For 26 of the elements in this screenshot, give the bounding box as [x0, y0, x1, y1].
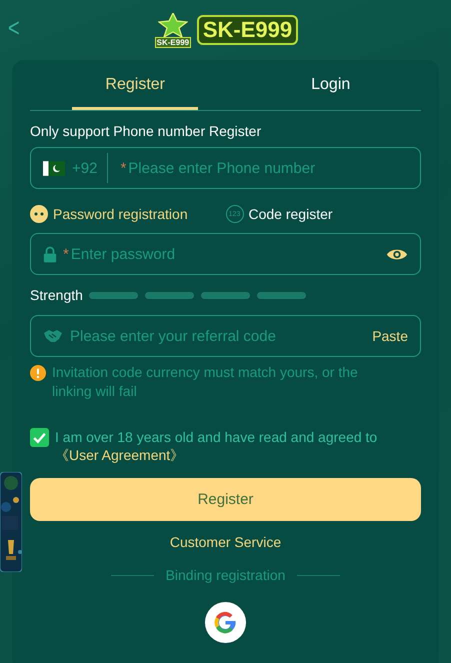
- password-icon: [30, 205, 48, 223]
- emblem-logo: SK-E999: [152, 12, 193, 48]
- binding-label: Binding registration: [166, 567, 286, 583]
- register-button[interactable]: Register: [30, 478, 421, 521]
- google-icon[interactable]: [204, 601, 247, 644]
- method-option[interactable]: Password registration: [30, 205, 226, 223]
- handshake-icon: [43, 329, 63, 343]
- customer-service-link[interactable]: Customer Service: [170, 534, 282, 550]
- tab[interactable]: Login: [240, 60, 421, 110]
- field-label: Only support Phone number Register: [30, 123, 262, 139]
- agreement-text: I am over 18 years old and have read and agreed to 《User Agreement》: [55, 428, 378, 464]
- warning-icon: [30, 365, 46, 381]
- referral-field[interactable]: Please enter your referral code Paste: [30, 315, 421, 357]
- flag-icon: [43, 160, 65, 176]
- lock-icon: [43, 246, 57, 262]
- required-mark: *: [120, 160, 126, 176]
- eye-icon[interactable]: [386, 246, 408, 262]
- warning-text: Invitation code currency must match yours, or the linking will fail: [52, 363, 359, 401]
- agreement-checkbox[interactable]: [30, 428, 49, 447]
- strength-label: Strength: [30, 287, 83, 303]
- paste-button[interactable]: Paste: [372, 328, 408, 344]
- tab[interactable]: Register: [72, 60, 198, 110]
- user-agreement-link[interactable]: 《User Agreement》: [55, 447, 184, 463]
- logo-text: SK-E999: [196, 15, 298, 45]
- password-input[interactable]: Enter password: [70, 246, 386, 262]
- required-mark: *: [63, 246, 69, 262]
